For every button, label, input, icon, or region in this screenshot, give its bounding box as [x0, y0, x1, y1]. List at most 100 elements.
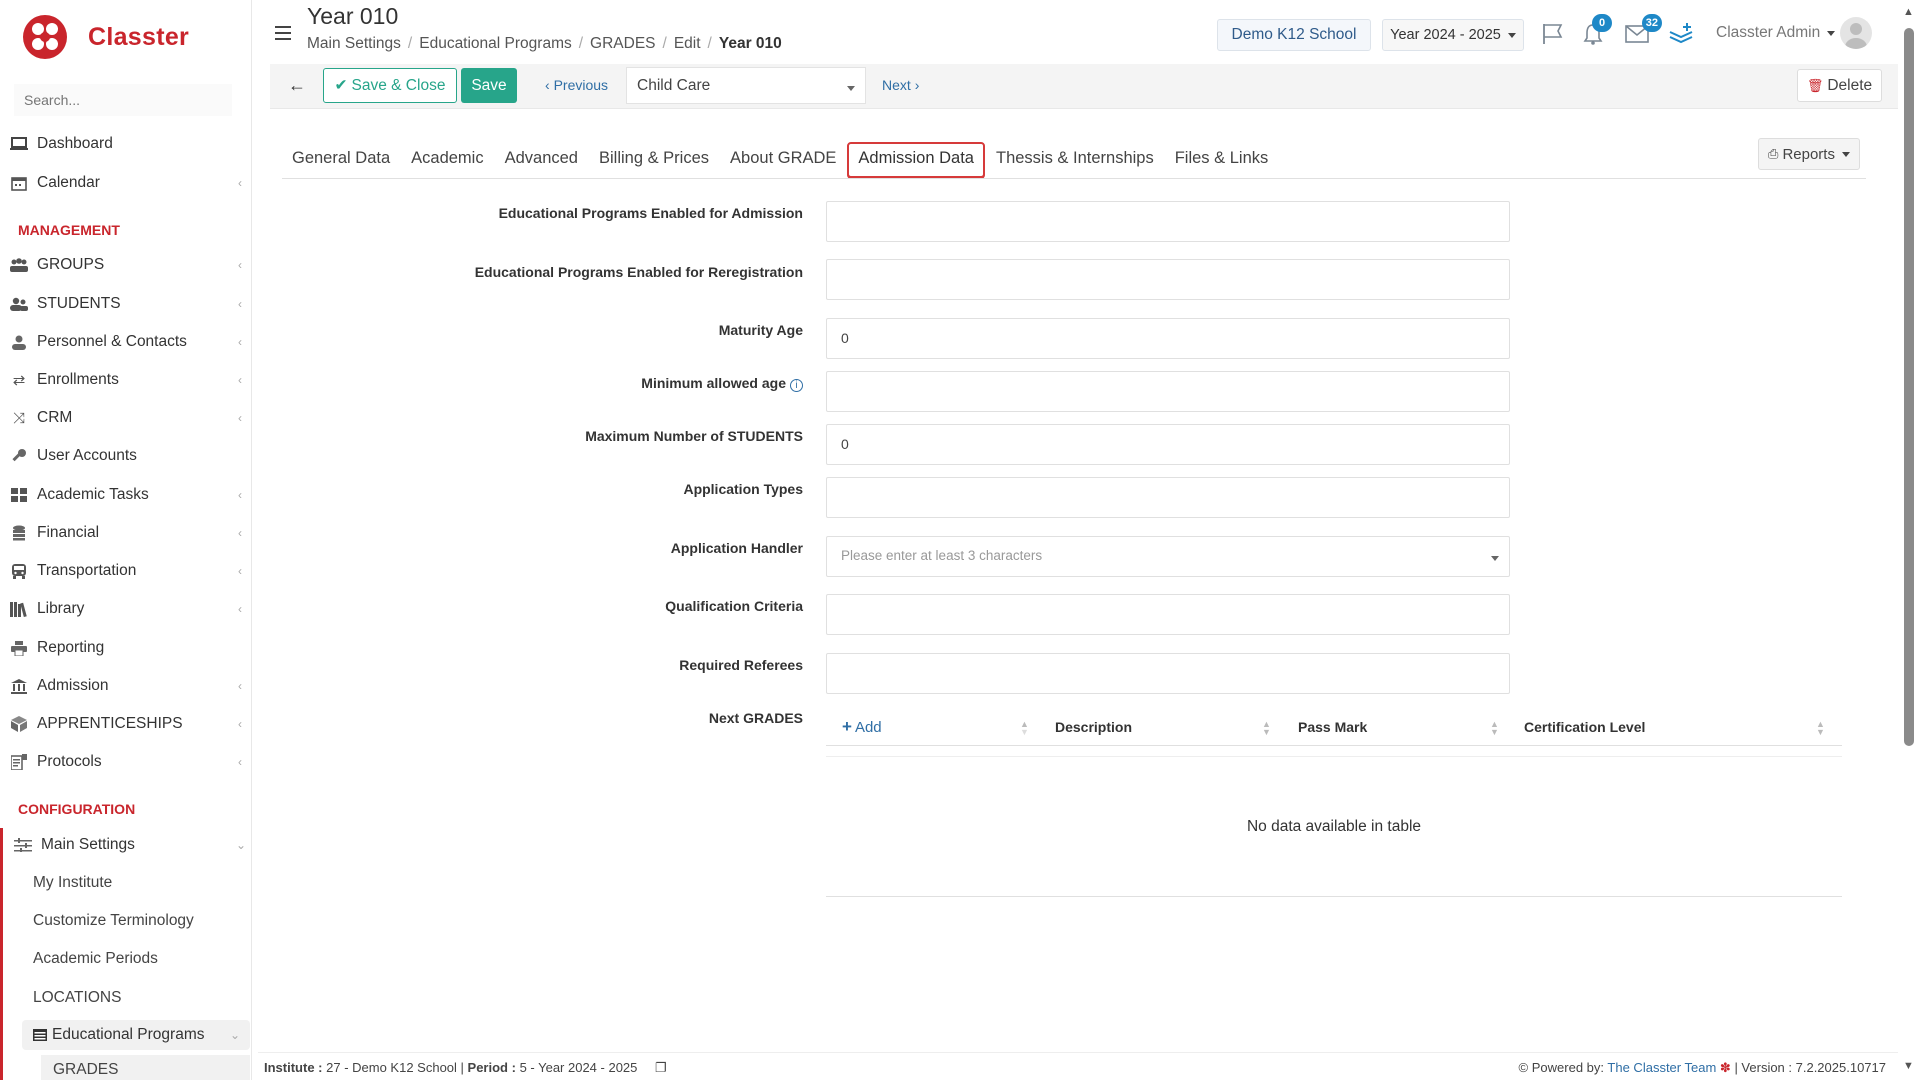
programs-admission-input[interactable] — [826, 201, 1510, 242]
user-menu[interactable]: Classter Admin — [1716, 24, 1836, 42]
sidebar-item-groups[interactable]: GROUPS ‹ — [0, 250, 251, 280]
scrollbar-thumb[interactable] — [1904, 28, 1914, 746]
laptop-icon — [9, 135, 29, 153]
add-grade-button[interactable]: + Add — [842, 708, 882, 746]
breadcrumb-main-settings[interactable]: Main Settings — [307, 35, 401, 53]
breadcrumb-grades[interactable]: GRADES — [590, 35, 655, 53]
record-selector[interactable]: Child Care — [626, 67, 866, 104]
sidebar-item-reporting[interactable]: Reporting — [0, 633, 251, 663]
sidebar-item-admission[interactable]: Admission ‹ — [0, 671, 251, 701]
scroll-up-arrow-icon[interactable]: ▲ — [1903, 6, 1914, 18]
tab-about-grade[interactable]: About GRADE — [720, 142, 846, 178]
sidebar-item-main-settings[interactable]: Main Settings ⌄ — [4, 830, 251, 860]
sort-icon[interactable]: ▲ ▼ — [1020, 720, 1029, 737]
application-handler-label: Application Handler — [670, 540, 803, 556]
tasks-layers-icon[interactable] — [1666, 19, 1696, 49]
sidebar-item-customize-terminology[interactable]: Customize Terminology — [33, 912, 194, 930]
sidebar-item-label: Reporting — [37, 639, 105, 656]
sidebar-item-protocols[interactable]: Protocols ‹ — [0, 747, 251, 777]
column-certification-level[interactable]: Certification Level — [1524, 708, 1645, 746]
avatar[interactable] — [1840, 17, 1872, 49]
save-close-label: Save & Close — [351, 76, 446, 94]
breadcrumb-educational-programs[interactable]: Educational Programs — [419, 35, 572, 53]
copy-icon[interactable]: ❐ — [655, 1060, 667, 1075]
box-icon — [9, 715, 29, 733]
app-logo[interactable]: Classter — [22, 10, 189, 64]
reports-button[interactable]: ⎙ Reports — [1758, 138, 1860, 170]
delete-button[interactable]: 🗑 Delete — [1797, 69, 1882, 102]
chevron-left-icon: ‹ — [238, 717, 242, 731]
sidebar-item-enrollments[interactable]: ⇄ Enrollments ‹ — [0, 365, 251, 395]
column-pass-mark[interactable]: Pass Mark — [1298, 708, 1367, 746]
sidebar-item-academic-tasks[interactable]: Academic Tasks ‹ — [0, 480, 251, 510]
sidebar-item-grades[interactable]: GRADES — [53, 1061, 118, 1079]
required-referees-input[interactable] — [826, 653, 1510, 694]
tab-files-links[interactable]: Files & Links — [1165, 142, 1279, 178]
breadcrumb-edit[interactable]: Edit — [674, 35, 701, 53]
application-types-label: Application Types — [683, 481, 803, 497]
max-students-input[interactable]: 0 — [826, 424, 1510, 465]
previous-button[interactable]: ‹ Previous — [545, 77, 608, 93]
menu-toggle-icon[interactable] — [275, 26, 291, 44]
sidebar-item-my-institute[interactable]: My Institute — [33, 874, 112, 892]
reports-label: Reports — [1782, 145, 1835, 163]
programs-reregistration-label: Educational Programs Enabled for Reregis… — [474, 264, 803, 280]
maturity-age-input[interactable]: 0 — [826, 318, 1510, 359]
sidebar-item-apprenticeships[interactable]: APPRENTICESHIPS ‹ — [0, 709, 251, 739]
min-age-input[interactable] — [826, 371, 1510, 412]
sidebar-item-library[interactable]: Library ‹ — [0, 594, 251, 624]
sidebar-item-user-accounts[interactable]: User Accounts — [0, 441, 251, 471]
sidebar-item-crm[interactable]: ⤨ CRM ‹ — [0, 403, 251, 433]
back-arrow-icon[interactable]: ← — [288, 75, 306, 96]
school-selector[interactable]: Demo K12 School — [1217, 19, 1371, 51]
sidebar-search-input[interactable] — [14, 84, 232, 116]
next-button[interactable]: Next › — [882, 77, 919, 93]
chevron-left-icon: ‹ — [238, 755, 242, 769]
year-selector[interactable]: Year 2024 - 2025 — [1382, 19, 1524, 51]
maturity-age-label: Maturity Age — [718, 322, 803, 338]
footer-powered: © Powered by: The Classter Team ✽ | Vers… — [1519, 1060, 1886, 1076]
sort-icon[interactable]: ▲ ▼ — [1816, 720, 1825, 737]
save-button[interactable]: Save — [461, 68, 517, 103]
programs-reregistration-input[interactable] — [826, 259, 1510, 300]
tab-general-data[interactable]: General Data — [282, 142, 400, 178]
add-label: Add — [854, 718, 882, 736]
flag-icon[interactable] — [1538, 19, 1568, 49]
required-referees-label: Required Referees — [679, 657, 803, 673]
sort-icon[interactable]: ▲ ▼ — [1262, 720, 1271, 737]
tab-academic[interactable]: Academic — [401, 142, 493, 178]
sidebar-item-label: Academic Tasks — [37, 486, 149, 503]
tab-bar: General Data Academic Advanced Billing &… — [282, 142, 1279, 178]
sidebar-item-personnel[interactable]: Personnel & Contacts ‹ — [0, 327, 251, 357]
groups-icon — [9, 256, 29, 274]
messages-envelope-icon[interactable]: 32 — [1622, 14, 1662, 49]
sidebar-item-label: Main Settings — [41, 836, 135, 853]
chevron-right-icon: › — [914, 77, 920, 93]
tab-thessis-internships[interactable]: Thessis & Internships — [986, 142, 1164, 178]
tab-billing-prices[interactable]: Billing & Prices — [589, 142, 719, 178]
sidebar-item-transportation[interactable]: Transportation ‹ — [0, 556, 251, 586]
application-handler-select[interactable]: Please enter at least 3 characters — [826, 536, 1510, 577]
save-close-button[interactable]: ✔ Save & Close — [323, 68, 457, 103]
sidebar-item-calendar[interactable]: Calendar ‹ — [0, 168, 251, 198]
sidebar-item-financial[interactable]: Financial ‹ — [0, 518, 251, 548]
sidebar-item-students[interactable]: STUDENTS ‹ — [0, 289, 251, 319]
qualification-criteria-input[interactable] — [826, 594, 1510, 635]
sidebar-item-educational-programs[interactable]: Educational Programs ⌄ — [22, 1020, 250, 1050]
sidebar-item-academic-periods[interactable]: Academic Periods — [33, 950, 158, 968]
sidebar-item-locations[interactable]: LOCATIONS — [33, 989, 121, 1007]
application-types-input[interactable] — [826, 477, 1510, 518]
powered-link[interactable]: The Classter Team — [1607, 1060, 1716, 1075]
application-handler-placeholder: Please enter at least 3 characters — [841, 548, 1043, 563]
column-description[interactable]: Description — [1055, 708, 1132, 746]
sidebar-item-dashboard[interactable]: Dashboard — [0, 129, 251, 159]
tab-admission-data[interactable]: Admission Data — [847, 142, 985, 178]
info-icon[interactable]: i — [790, 379, 803, 392]
scroll-down-arrow-icon[interactable]: ▼ — [1903, 1060, 1914, 1072]
sort-icon[interactable]: ▲ ▼ — [1490, 720, 1499, 737]
sidebar-item-label: Personnel & Contacts — [37, 333, 187, 350]
notifications-bell-icon[interactable]: 0 — [1578, 14, 1612, 49]
section-management: MANAGEMENT — [18, 222, 120, 238]
version-text: | Version : 7.2.2025.10717 — [1734, 1060, 1886, 1075]
tab-advanced[interactable]: Advanced — [495, 142, 588, 178]
